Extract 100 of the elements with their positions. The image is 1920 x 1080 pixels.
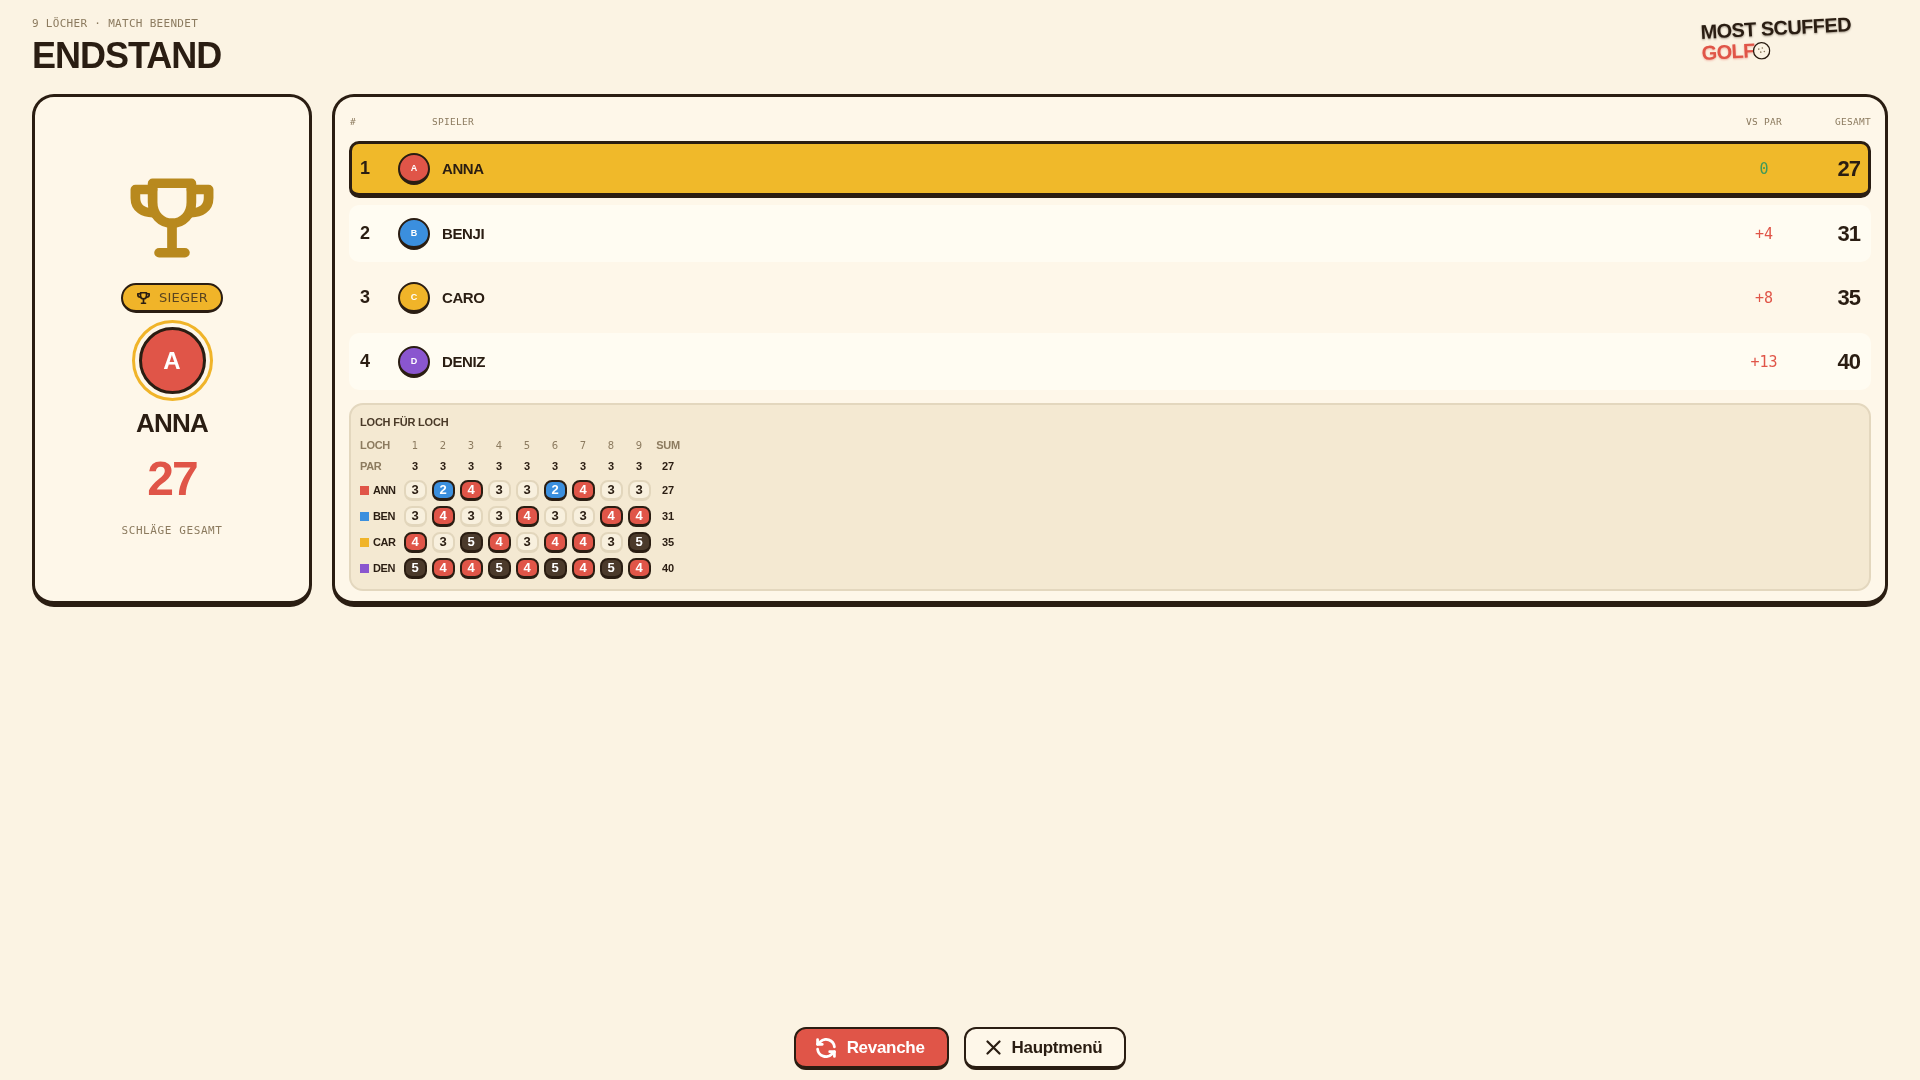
hole-number: 6	[551, 439, 559, 451]
score-chip: 4	[459, 479, 483, 501]
score-chip: 4	[431, 557, 455, 579]
rank: 3	[360, 287, 370, 308]
score-chip: 5	[487, 557, 511, 579]
player-label: CAR	[373, 536, 396, 548]
column-header: SUM	[656, 439, 680, 451]
trophy-icon	[137, 291, 151, 304]
page-subtitle: 9 LÖCHER · MATCH BEENDET	[32, 17, 199, 31]
score-chip: 3	[403, 479, 427, 501]
total-score: 35	[1837, 284, 1860, 311]
score-chip: 4	[543, 531, 567, 553]
total-score: 31	[1837, 220, 1860, 247]
par-total: 27	[661, 460, 675, 472]
player-avatar: D	[398, 345, 430, 378]
score-chip: 4	[459, 557, 483, 579]
vs-par: +4	[1754, 224, 1774, 243]
player-name: ANNA	[442, 160, 484, 177]
winner-name: ANNA	[136, 408, 208, 438]
vs-par: +13	[1750, 352, 1778, 371]
score-chip: 4	[599, 505, 623, 527]
par-value: 3	[467, 460, 475, 472]
rematch-button[interactable]: Revanche	[793, 1027, 949, 1070]
player-avatar: A	[138, 327, 206, 394]
score-chip: 3	[515, 531, 539, 553]
player-avatar: A	[398, 152, 430, 185]
score-chip: 3	[543, 505, 567, 527]
panel-title: LOCH FÜR LOCH	[360, 415, 449, 429]
score-chip: 4	[571, 531, 595, 553]
score-chip: 4	[571, 557, 595, 579]
score-caption: SCHLÄGE GESAMT	[121, 524, 223, 538]
rank: 4	[360, 351, 370, 372]
par-value: 3	[607, 460, 615, 472]
score-chip: 2	[543, 479, 567, 501]
score-total: 27	[661, 484, 675, 496]
trophy-icon	[130, 178, 214, 258]
logo-text: GOLF	[1701, 40, 1756, 64]
column-header: VS PAR	[1745, 115, 1783, 127]
par-value: 3	[495, 460, 503, 472]
score-total: 31	[661, 510, 675, 522]
player-name: CARO	[442, 289, 485, 306]
score-chip: 3	[627, 479, 651, 501]
score-chip: 4	[515, 557, 539, 579]
score-chip: 3	[599, 531, 623, 553]
player-label: BEN	[373, 510, 396, 522]
par-value: 3	[551, 460, 559, 472]
hole-number: 3	[467, 439, 475, 451]
player-name: BENJI	[442, 225, 485, 242]
par-value: 3	[439, 460, 447, 472]
close-icon	[985, 1040, 1001, 1055]
hole-number: 2	[439, 439, 447, 451]
score-chip: 5	[403, 557, 427, 579]
score-chip: 4	[487, 531, 511, 553]
score-chip: 3	[459, 505, 483, 527]
hole-number: 5	[523, 439, 531, 451]
row-label: PAR	[360, 460, 382, 472]
score-chip: 3	[571, 505, 595, 527]
player-avatar: B	[398, 217, 430, 250]
score-chip: 3	[487, 479, 511, 501]
rank: 2	[360, 223, 370, 244]
score-chip: 4	[403, 531, 427, 553]
score-total: 35	[661, 536, 675, 548]
refresh-icon	[815, 1037, 836, 1058]
score-chip: 5	[599, 557, 623, 579]
score-chip: 3	[487, 505, 511, 527]
score-total: 40	[661, 562, 675, 574]
main-menu-button[interactable]: Hauptmenü	[963, 1027, 1127, 1070]
par-value: 3	[579, 460, 587, 472]
player-label: DEN	[373, 562, 396, 574]
player-avatar: C	[398, 281, 430, 314]
par-value: 3	[523, 460, 531, 472]
badge-label: SIEGER	[159, 290, 208, 305]
player-label: ANN	[373, 484, 396, 496]
par-value: 3	[411, 460, 419, 472]
score-chip: 3	[599, 479, 623, 501]
rank: 1	[360, 158, 370, 179]
score-chip: 3	[515, 479, 539, 501]
score-chip: 5	[459, 531, 483, 553]
vs-par: 0	[1759, 159, 1769, 178]
score-chip: 4	[431, 505, 455, 527]
score-chip: 5	[627, 531, 651, 553]
player-name: DENIZ	[442, 353, 485, 370]
column-header: GESAMT	[1834, 115, 1871, 127]
page-title: ENDSTAND	[32, 36, 222, 76]
total-score: 27	[1837, 155, 1860, 182]
row-label: LOCH	[360, 439, 390, 451]
vs-par: +8	[1754, 288, 1774, 307]
score-chip: 3	[431, 531, 455, 553]
hole-number: 9	[635, 439, 643, 451]
hole-number: 7	[579, 439, 587, 451]
score-chip: 3	[403, 505, 427, 527]
column-header: SPIELER	[432, 115, 475, 127]
logo-text: MOST SCUFFED	[1700, 14, 1852, 43]
column-header: #	[350, 115, 357, 127]
par-value: 3	[635, 460, 643, 472]
score-chip: 4	[515, 505, 539, 527]
score-chip: 4	[627, 505, 651, 527]
winner-score: 27	[147, 454, 197, 504]
score-chip: 2	[431, 479, 455, 501]
score-chip: 4	[627, 557, 651, 579]
